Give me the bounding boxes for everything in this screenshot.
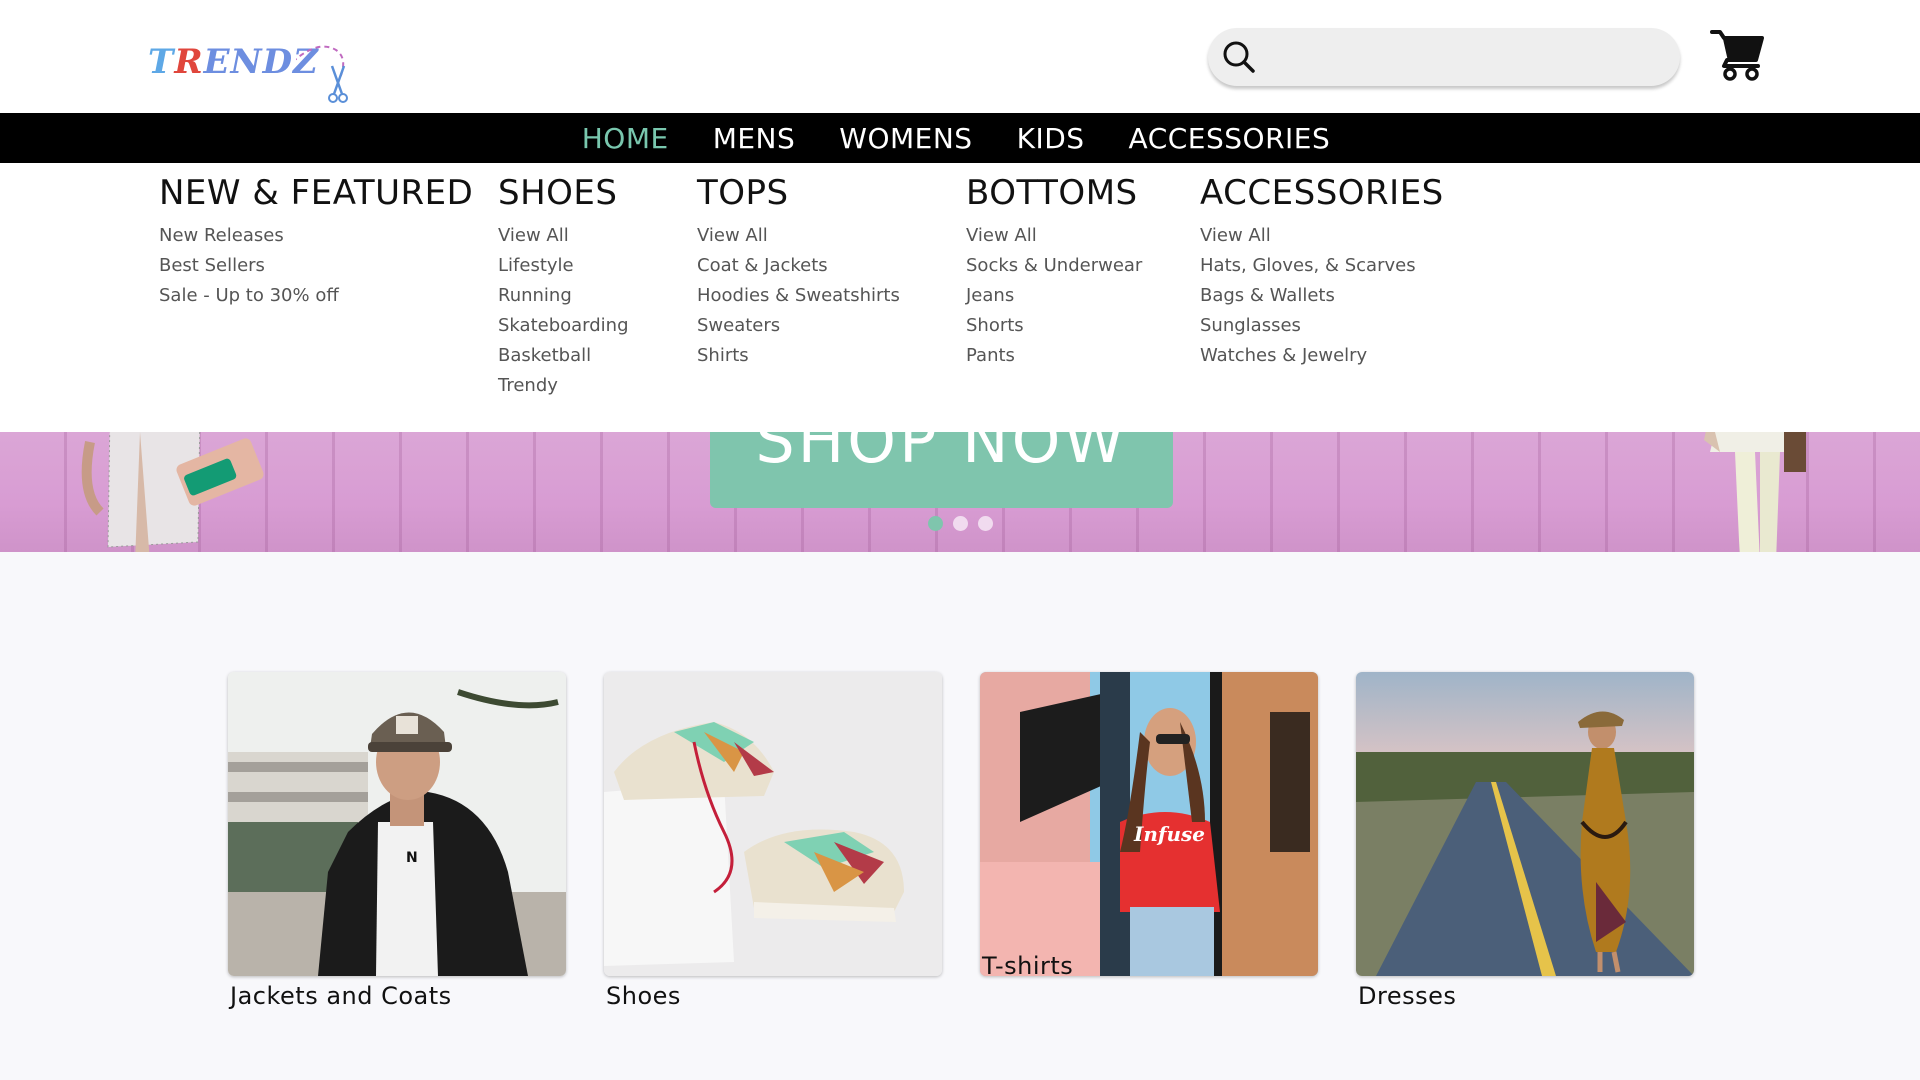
menu-column-shoes: SHOES View All Lifestyle Running Skatebo…	[498, 173, 629, 401]
menu-link[interactable]: Sunglasses	[1200, 311, 1444, 341]
tshirt-print-text: Infuse	[1134, 822, 1206, 846]
scissors-icon	[296, 45, 348, 103]
menu-link[interactable]: Bags & Wallets	[1200, 281, 1444, 311]
shoes-image[interactable]	[604, 672, 942, 976]
carousel-dot-3[interactable]	[978, 516, 993, 531]
menu-link[interactable]: Lifestyle	[498, 251, 629, 281]
nav-home[interactable]: HOME	[582, 122, 669, 155]
search-icon[interactable]	[1222, 40, 1256, 74]
logo-text: TRENDZ	[148, 42, 319, 82]
menu-link[interactable]: New Releases	[159, 221, 473, 251]
site-header: TRENDZ	[0, 0, 1920, 113]
menu-link[interactable]: Watches & Jewelry	[1200, 341, 1444, 371]
menu-column-title: NEW & FEATURED	[159, 173, 474, 213]
search-input[interactable]	[1268, 38, 1658, 76]
menu-link[interactable]: Basketball	[498, 341, 629, 371]
menu-link[interactable]: Best Sellers	[159, 251, 473, 281]
cart-icon[interactable]	[1710, 26, 1766, 82]
menu-column-accessories: ACCESSORIES View All Hats, Gloves, & Sca…	[1200, 173, 1444, 371]
shop-now-button[interactable]: SHOP NOW	[710, 432, 1173, 508]
menu-link[interactable]: Shorts	[966, 311, 1142, 341]
menu-link[interactable]: Shirts	[697, 341, 900, 371]
menu-link[interactable]: View All	[498, 221, 629, 251]
category-label[interactable]: Shoes	[606, 982, 942, 1010]
tshirts-image[interactable]: Infuse	[980, 672, 1318, 976]
nav-womens[interactable]: WOMENS	[839, 122, 972, 155]
category-card-tshirts[interactable]: Infuse T-shirts	[980, 672, 1318, 980]
carousel-dots	[928, 516, 1003, 531]
menu-column-new-featured: NEW & FEATURED New Releases Best Sellers…	[159, 173, 473, 311]
svg-text:N: N	[406, 850, 418, 866]
hero-model-left-image	[81, 432, 264, 552]
menu-link[interactable]: Jeans	[966, 281, 1142, 311]
carousel-dot-2[interactable]	[953, 516, 968, 531]
menu-column-title: TOPS	[697, 173, 789, 213]
jackets-image[interactable]: N	[228, 672, 566, 976]
menu-column-title: SHOES	[498, 173, 618, 213]
main-nav: HOME MENS WOMENS KIDS ACCESSORIES	[0, 113, 1920, 163]
category-card-jackets[interactable]: N Jackets and Coats	[228, 672, 566, 1010]
menu-column-tops: TOPS View All Coat & Jackets Hoodies & S…	[697, 173, 900, 371]
carousel-dot-1[interactable]	[928, 516, 943, 531]
mega-menu: NEW & FEATURED New Releases Best Sellers…	[0, 163, 1920, 432]
menu-link[interactable]: Skateboarding	[498, 311, 629, 341]
menu-link[interactable]: Coat & Jackets	[697, 251, 900, 281]
nav-kids[interactable]: KIDS	[1017, 122, 1085, 155]
trendz-logo[interactable]: TRENDZ	[146, 38, 366, 106]
menu-link[interactable]: Socks & Underwear	[966, 251, 1142, 281]
category-label[interactable]: Jackets and Coats	[230, 982, 566, 1010]
menu-link[interactable]: Running	[498, 281, 629, 311]
nav-mens[interactable]: MENS	[713, 122, 796, 155]
menu-link[interactable]: Sweaters	[697, 311, 900, 341]
menu-link[interactable]: Hoodies & Sweatshirts	[697, 281, 900, 311]
menu-column-title: BOTTOMS	[966, 173, 1138, 213]
hero-banner: SHOP NOW	[0, 432, 1920, 552]
menu-link[interactable]: View All	[966, 221, 1142, 251]
menu-link[interactable]: Trendy	[498, 371, 629, 401]
menu-link[interactable]: Pants	[966, 341, 1142, 371]
category-card-shoes[interactable]: Shoes	[604, 672, 942, 1010]
menu-column-title: ACCESSORIES	[1200, 173, 1444, 213]
menu-column-bottoms: BOTTOMS View All Socks & Underwear Jeans…	[966, 173, 1142, 371]
menu-link[interactable]: View All	[697, 221, 900, 251]
category-section: N Jackets and Coats Shoes Infuse T-shirt…	[0, 552, 1920, 1080]
menu-link[interactable]: Sale - Up to 30% off	[159, 281, 473, 311]
menu-link[interactable]: Hats, Gloves, & Scarves	[1200, 251, 1444, 281]
category-label[interactable]: Dresses	[1358, 982, 1694, 1010]
category-card-dresses[interactable]: Dresses	[1356, 672, 1694, 1010]
search-bar[interactable]	[1208, 28, 1680, 86]
hero-model-right-image	[1704, 432, 1806, 552]
dresses-image[interactable]	[1356, 672, 1694, 976]
menu-link[interactable]: View All	[1200, 221, 1444, 251]
nav-accessories[interactable]: ACCESSORIES	[1129, 122, 1331, 155]
